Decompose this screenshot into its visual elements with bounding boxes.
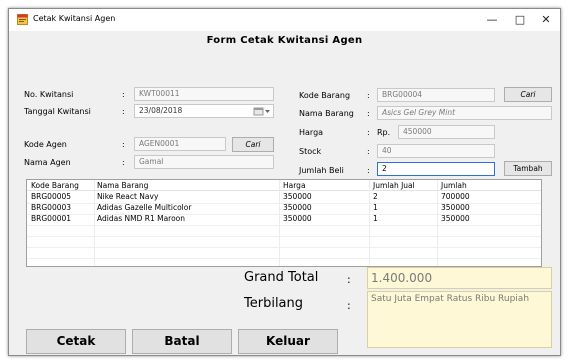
stock-field[interactable]: 40: [377, 144, 495, 158]
grand-total-label: Grand Total: [244, 270, 319, 285]
no-kwitansi-field[interactable]: KWT00011: [134, 87, 274, 101]
cari-barang-button[interactable]: Cari: [504, 87, 552, 102]
grid-row-divider: [27, 225, 541, 226]
grid-row-divider: [27, 247, 541, 248]
cell-nama-barang: Nike React Navy: [97, 192, 159, 201]
calendar-icon[interactable]: [253, 107, 271, 116]
tanggal-kwitansi-datepicker[interactable]: 23/08/2018: [134, 104, 274, 118]
grid-row-divider: [27, 236, 541, 237]
jumlah-beli-label: Jumlah Beli: [299, 166, 344, 175]
colon: :: [122, 107, 125, 116]
grid-header-harga[interactable]: Harga: [283, 181, 306, 190]
terbilang-field[interactable]: Satu Juta Empat Ratus Ribu Rupiah: [367, 291, 552, 348]
grid-header-nama-barang[interactable]: Nama Barang: [97, 181, 148, 190]
colon: :: [347, 273, 351, 286]
colon: :: [367, 128, 370, 137]
colon: :: [122, 140, 125, 149]
colon: :: [367, 109, 370, 118]
kode-agen-label: Kode Agen: [24, 140, 67, 149]
kode-barang-label: Kode Barang: [299, 91, 351, 100]
maximize-button[interactable]: □: [506, 9, 534, 31]
terbilang-label: Terbilang: [244, 296, 304, 311]
colon: :: [367, 147, 370, 156]
cell-jumlah-jual: 2: [373, 192, 378, 201]
kode-barang-field[interactable]: BRG00004: [377, 88, 495, 102]
tanggal-kwitansi-value: 23/08/2018: [139, 106, 183, 115]
tambah-button[interactable]: Tambah: [504, 161, 552, 176]
tanggal-kwitansi-label: Tanggal Kwitansi: [24, 107, 91, 116]
title-bar: Cetak Kwitansi Agen — □ ✕: [9, 9, 560, 31]
stock-label: Stock: [299, 147, 322, 156]
batal-button[interactable]: Batal: [132, 329, 232, 354]
cell-kode-barang: BRG00003: [31, 203, 72, 212]
cell-kode-barang: BRG00005: [31, 192, 72, 201]
colon: :: [367, 166, 370, 175]
cell-harga: 350000: [283, 192, 312, 201]
grid-header-kode-barang[interactable]: Kode Barang: [31, 181, 79, 190]
grid-row-divider: [27, 258, 541, 259]
cell-nama-barang: Adidas Gazelle Multicolor: [97, 203, 192, 212]
grid-header-jumlah[interactable]: Jumlah: [441, 181, 467, 190]
nama-barang-field[interactable]: Asics Gel Grey Mint: [377, 106, 552, 120]
table-row[interactable]: BRG00005 Nike React Navy 350000 2 700000: [27, 192, 541, 203]
harga-field[interactable]: 450000: [398, 125, 495, 139]
cell-jumlah: 350000: [441, 214, 470, 223]
nama-agen-label: Nama Agen: [24, 158, 71, 167]
item-grid[interactable]: Kode Barang Nama Barang Harga Jumlah Jua…: [26, 179, 542, 267]
harga-currency: Rp.: [377, 128, 391, 137]
cell-kode-barang: BRG00001: [31, 214, 72, 223]
cetak-button[interactable]: Cetak: [26, 329, 126, 354]
table-row[interactable]: BRG00003 Adidas Gazelle Multicolor 35000…: [27, 203, 541, 214]
no-kwitansi-label: No. Kwitansi: [24, 90, 74, 99]
cell-harga: 350000: [283, 214, 312, 223]
minimize-button[interactable]: —: [478, 9, 506, 31]
colon: :: [122, 90, 125, 99]
colon: :: [367, 91, 370, 100]
window-title: Cetak Kwitansi Agen: [33, 14, 116, 23]
nama-agen-field[interactable]: Gamal: [134, 155, 274, 169]
colon: :: [122, 158, 125, 167]
cell-jumlah: 350000: [441, 203, 470, 212]
grid-header: Kode Barang Nama Barang Harga Jumlah Jua…: [27, 180, 541, 191]
cell-jumlah: 700000: [441, 192, 470, 201]
table-row[interactable]: BRG00001 Adidas NMD R1 Maroon 350000 1 3…: [27, 214, 541, 225]
close-button[interactable]: ✕: [532, 9, 560, 31]
jumlah-beli-input[interactable]: 2: [377, 162, 495, 176]
colon: :: [347, 299, 351, 312]
nama-barang-label: Nama Barang: [299, 109, 354, 118]
cell-harga: 350000: [283, 203, 312, 212]
kode-agen-field[interactable]: AGEN0001: [134, 137, 226, 151]
app-window-icon: [17, 14, 28, 25]
harga-label: Harga: [299, 128, 324, 137]
cell-jumlah-jual: 1: [373, 203, 378, 212]
cell-jumlah-jual: 1: [373, 214, 378, 223]
grand-total-field[interactable]: 1.400.000: [367, 267, 552, 289]
grid-header-jumlah-jual[interactable]: Jumlah Jual: [373, 181, 415, 190]
cell-nama-barang: Adidas NMD R1 Maroon: [97, 214, 186, 223]
app-window: Cetak Kwitansi Agen — □ ✕ Form Cetak Kwi…: [8, 8, 561, 356]
keluar-button[interactable]: Keluar: [238, 329, 338, 354]
cari-agen-button[interactable]: Cari: [232, 137, 274, 152]
form-title: Form Cetak Kwitansi Agen: [206, 35, 363, 46]
